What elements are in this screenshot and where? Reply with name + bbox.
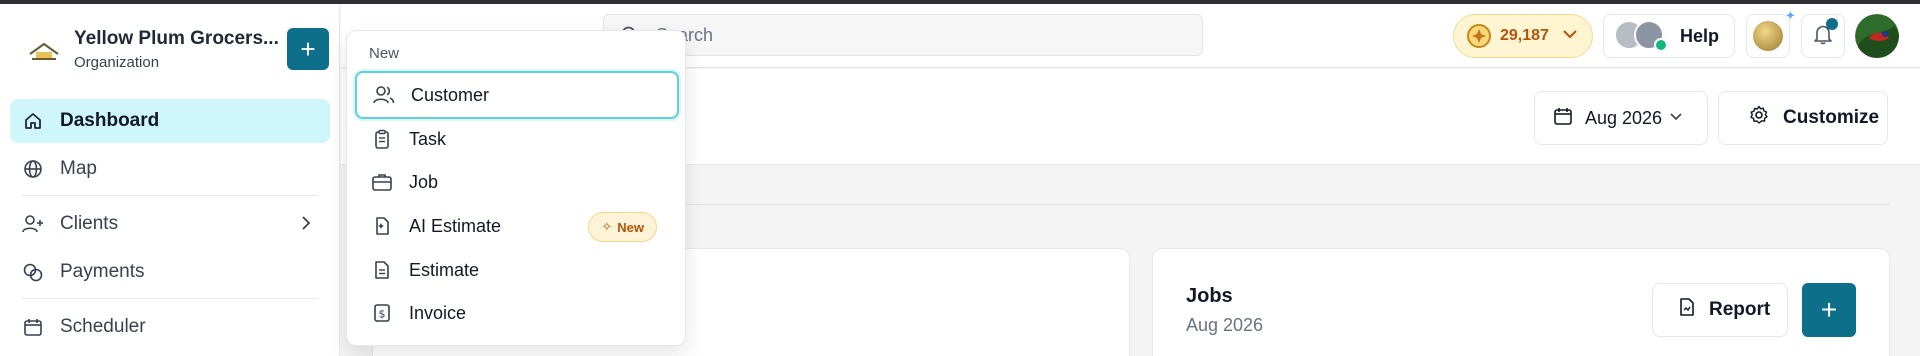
support-avatars — [1614, 20, 1670, 52]
sidebar-divider — [22, 298, 318, 299]
gold-coin-icon — [1753, 21, 1783, 51]
notification-dot — [1826, 18, 1838, 30]
ai-estimate-icon — [371, 215, 393, 237]
menu-title: New — [369, 45, 400, 62]
sidebar: Yellow Plum Grocers... Organization + Da… — [0, 4, 340, 356]
customize-button[interactable]: Customize — [1718, 91, 1888, 145]
menu-item-job[interactable]: Job — [355, 158, 679, 206]
organization-subtitle: Organization — [74, 54, 160, 71]
user-plus-icon — [22, 213, 44, 235]
sparkle-icon: ✧ — [601, 219, 613, 234]
menu-item-task[interactable]: Task — [355, 115, 679, 163]
home-icon — [22, 110, 44, 132]
menu-item-label: Customer — [411, 84, 490, 105]
new-badge: ✧ New — [588, 212, 657, 242]
add-job-button[interactable]: + — [1802, 283, 1856, 337]
jobs-card-subtitle: Aug 2026 — [1186, 315, 1264, 335]
menu-item-label: Job — [409, 171, 439, 192]
date-range-label: Aug 2026 — [1585, 107, 1663, 128]
jobs-card-title: Jobs — [1186, 285, 1233, 307]
document-list-icon — [371, 259, 393, 281]
new-item-menu: New Customer Task Job AI Estimate ✧ New … — [346, 30, 686, 346]
calendar-icon — [1553, 106, 1573, 131]
sidebar-item-clients[interactable]: Clients — [10, 202, 330, 246]
help-label: Help — [1680, 25, 1720, 46]
create-new-button[interactable]: + — [287, 28, 329, 70]
coin-icon — [1467, 24, 1491, 48]
customize-label: Customize — [1783, 107, 1880, 128]
report-button[interactable]: Report — [1652, 283, 1788, 337]
sidebar-item-label: Scheduler — [60, 316, 146, 337]
sidebar-item-payments[interactable]: Payments — [10, 250, 330, 294]
briefcase-icon — [371, 171, 393, 193]
sparkle-icon: ✦ — [1785, 8, 1796, 23]
sidebar-item-label: Clients — [60, 213, 119, 234]
sidebar-item-label: Payments — [60, 261, 145, 282]
notifications-button[interactable] — [1801, 14, 1845, 58]
badge-label: New — [617, 219, 644, 235]
user-avatar[interactable] — [1855, 14, 1899, 58]
credits-value: 29,187 — [1500, 27, 1549, 44]
credits-button[interactable]: 29,187 — [1453, 14, 1593, 58]
menu-item-customer[interactable]: Customer — [355, 71, 679, 119]
svg-text:$: $ — [379, 308, 386, 321]
invoice-icon: $ — [371, 302, 393, 324]
chevron-down-icon — [1561, 25, 1579, 48]
plus-icon: + — [300, 34, 316, 64]
menu-item-label: Estimate — [409, 259, 480, 280]
menu-item-label: Invoice — [409, 302, 467, 323]
sidebar-divider — [22, 195, 318, 196]
rewards-button[interactable] — [1746, 14, 1790, 58]
help-button[interactable]: Help — [1603, 14, 1735, 58]
menu-item-label: AI Estimate — [409, 215, 502, 236]
menu-item-estimate[interactable]: Estimate — [355, 246, 679, 294]
chevron-down-icon — [1668, 108, 1684, 129]
sidebar-item-label: Dashboard — [60, 110, 160, 131]
jobs-card: Jobs Aug 2026 Report + — [1152, 248, 1890, 356]
menu-item-ai-estimate[interactable]: AI Estimate ✧ New — [355, 202, 679, 250]
coins-icon — [22, 261, 44, 283]
report-label: Report — [1709, 299, 1771, 320]
globe-icon — [22, 158, 44, 180]
menu-item-invoice[interactable]: $ Invoice — [355, 289, 679, 337]
avatar-image — [1855, 14, 1899, 58]
sidebar-item-dashboard[interactable]: Dashboard — [10, 99, 330, 143]
gear-icon — [1749, 105, 1769, 131]
report-icon — [1677, 297, 1697, 323]
sidebar-item-map[interactable]: Map — [10, 147, 330, 191]
organization-switcher[interactable]: Yellow Plum Grocers... Organization — [22, 20, 332, 80]
organization-name: Yellow Plum Grocers... — [74, 28, 279, 49]
plus-icon: + — [1820, 294, 1838, 325]
calendar-icon — [22, 316, 44, 338]
menu-item-label: Task — [409, 128, 447, 149]
organization-logo — [29, 42, 59, 60]
sidebar-item-scheduler[interactable]: Scheduler — [10, 305, 330, 349]
search-input[interactable]: Search — [603, 14, 1203, 56]
date-range-picker[interactable]: Aug 2026 — [1534, 91, 1708, 145]
users-icon — [373, 84, 395, 106]
sidebar-item-label: Map — [60, 158, 97, 179]
online-status-dot — [1654, 38, 1668, 52]
clipboard-icon — [371, 128, 393, 150]
chevron-right-icon — [296, 213, 316, 239]
